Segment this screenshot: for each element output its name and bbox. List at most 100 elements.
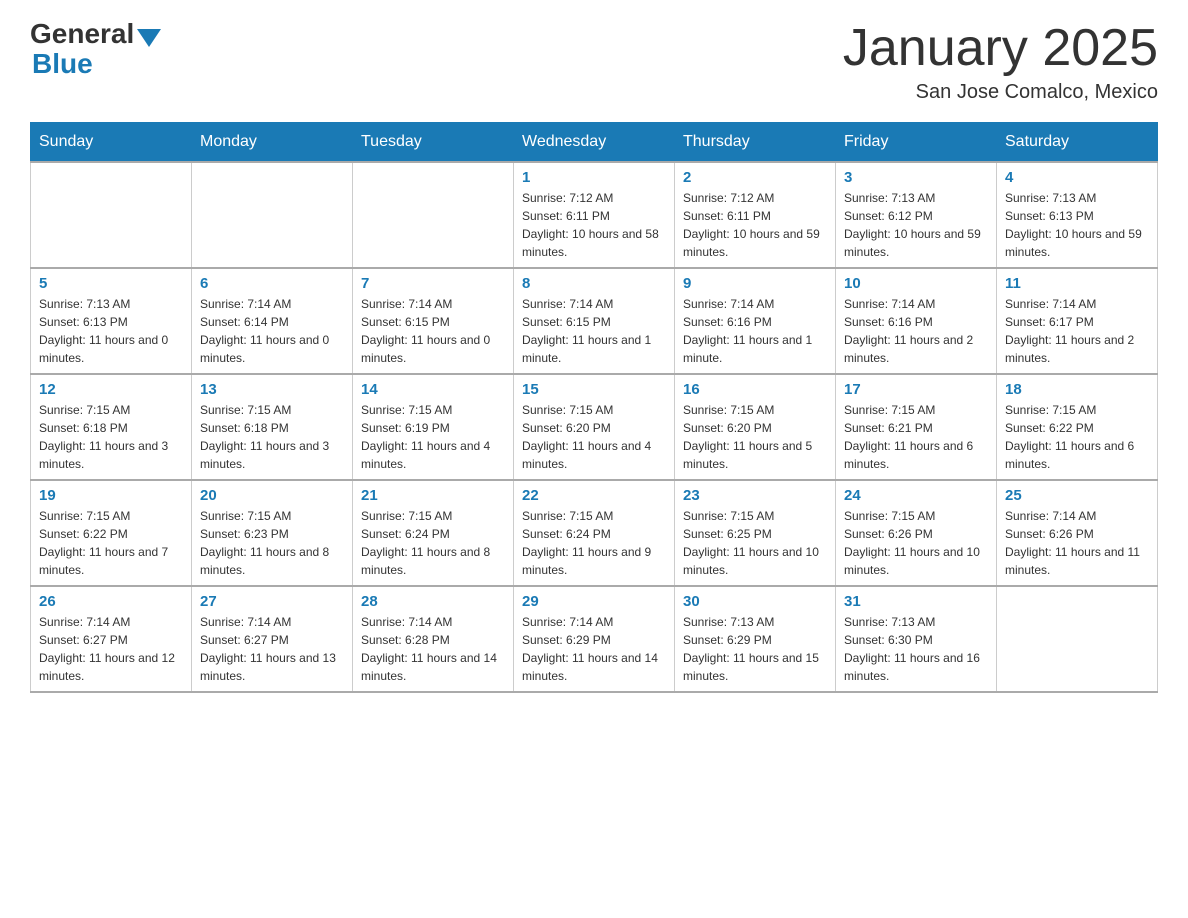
calendar-weekday-header: Wednesday <box>514 123 675 163</box>
day-info: Sunrise: 7:14 AM Sunset: 6:16 PM Dayligh… <box>683 295 827 367</box>
day-number: 3 <box>844 169 988 186</box>
calendar-weekday-header: Thursday <box>675 123 836 163</box>
day-number: 24 <box>844 487 988 504</box>
calendar-day-cell <box>353 162 514 268</box>
day-number: 28 <box>361 593 505 610</box>
day-number: 4 <box>1005 169 1149 186</box>
day-info: Sunrise: 7:14 AM Sunset: 6:15 PM Dayligh… <box>361 295 505 367</box>
day-info: Sunrise: 7:13 AM Sunset: 6:12 PM Dayligh… <box>844 189 988 261</box>
calendar-day-cell <box>997 586 1158 692</box>
day-info: Sunrise: 7:15 AM Sunset: 6:20 PM Dayligh… <box>522 401 666 473</box>
location-subtitle: San Jose Comalco, Mexico <box>843 81 1158 104</box>
day-info: Sunrise: 7:15 AM Sunset: 6:21 PM Dayligh… <box>844 401 988 473</box>
calendar-day-cell: 27 Sunrise: 7:14 AM Sunset: 6:27 PM Dayli… <box>192 586 353 692</box>
month-year-title: January 2025 <box>843 20 1158 77</box>
day-info: Sunrise: 7:15 AM Sunset: 6:23 PM Dayligh… <box>200 507 344 579</box>
calendar-day-cell: 4 Sunrise: 7:13 AM Sunset: 6:13 PM Daylig… <box>997 162 1158 268</box>
day-number: 22 <box>522 487 666 504</box>
calendar-day-cell: 25Sunrise: 7:14 AM Sunset: 6:26 PM Dayli… <box>997 480 1158 586</box>
day-info: Sunrise: 7:13 AM Sunset: 6:29 PM Dayligh… <box>683 613 827 685</box>
day-info: Sunrise: 7:15 AM Sunset: 6:19 PM Dayligh… <box>361 401 505 473</box>
day-info: Sunrise: 7:15 AM Sunset: 6:20 PM Dayligh… <box>683 401 827 473</box>
calendar-day-cell <box>192 162 353 268</box>
calendar-day-cell: 22Sunrise: 7:15 AM Sunset: 6:24 PM Dayli… <box>514 480 675 586</box>
calendar-day-cell: 7 Sunrise: 7:14 AM Sunset: 6:15 PM Daylig… <box>353 268 514 374</box>
day-info: Sunrise: 7:14 AM Sunset: 6:27 PM Dayligh… <box>200 613 344 685</box>
day-info: Sunrise: 7:14 AM Sunset: 6:17 PM Dayligh… <box>1005 295 1149 367</box>
calendar-weekday-header: Monday <box>192 123 353 163</box>
day-info: Sunrise: 7:14 AM Sunset: 6:27 PM Dayligh… <box>39 613 183 685</box>
day-number: 14 <box>361 381 505 398</box>
calendar-week-row: 5 Sunrise: 7:13 AM Sunset: 6:13 PM Daylig… <box>31 268 1158 374</box>
day-info: Sunrise: 7:14 AM Sunset: 6:16 PM Dayligh… <box>844 295 988 367</box>
day-info: Sunrise: 7:14 AM Sunset: 6:28 PM Dayligh… <box>361 613 505 685</box>
calendar-day-cell: 6 Sunrise: 7:14 AM Sunset: 6:14 PM Daylig… <box>192 268 353 374</box>
logo: General Blue <box>30 20 164 80</box>
day-info: Sunrise: 7:14 AM Sunset: 6:29 PM Dayligh… <box>522 613 666 685</box>
day-number: 21 <box>361 487 505 504</box>
day-info: Sunrise: 7:13 AM Sunset: 6:13 PM Dayligh… <box>39 295 183 367</box>
calendar-day-cell: 15 Sunrise: 7:15 AM Sunset: 6:20 PM Dayli… <box>514 374 675 480</box>
day-info: Sunrise: 7:15 AM Sunset: 6:25 PM Dayligh… <box>683 507 827 579</box>
title-block: January 2025 San Jose Comalco, Mexico <box>843 20 1158 104</box>
calendar-day-cell: 5 Sunrise: 7:13 AM Sunset: 6:13 PM Daylig… <box>31 268 192 374</box>
calendar-day-cell: 10 Sunrise: 7:14 AM Sunset: 6:16 PM Dayli… <box>836 268 997 374</box>
calendar-day-cell: 2Sunrise: 7:12 AM Sunset: 6:11 PM Daylig… <box>675 162 836 268</box>
calendar-header-row: SundayMondayTuesdayWednesdayThursdayFrid… <box>31 123 1158 163</box>
day-info: Sunrise: 7:13 AM Sunset: 6:13 PM Dayligh… <box>1005 189 1149 261</box>
day-info: Sunrise: 7:14 AM Sunset: 6:14 PM Dayligh… <box>200 295 344 367</box>
day-info: Sunrise: 7:14 AM Sunset: 6:15 PM Dayligh… <box>522 295 666 367</box>
calendar-week-row: 1Sunrise: 7:12 AM Sunset: 6:11 PM Daylig… <box>31 162 1158 268</box>
day-info: Sunrise: 7:15 AM Sunset: 6:26 PM Dayligh… <box>844 507 988 579</box>
calendar-weekday-header: Tuesday <box>353 123 514 163</box>
calendar-day-cell: 26 Sunrise: 7:14 AM Sunset: 6:27 PM Dayli… <box>31 586 192 692</box>
day-info: Sunrise: 7:15 AM Sunset: 6:18 PM Dayligh… <box>39 401 183 473</box>
day-info: Sunrise: 7:13 AM Sunset: 6:30 PM Dayligh… <box>844 613 988 685</box>
logo-general-text: General <box>30 20 134 48</box>
day-number: 19 <box>39 487 183 504</box>
day-number: 9 <box>683 275 827 292</box>
page-header: General Blue January 2025 San Jose Comal… <box>30 20 1158 104</box>
calendar-day-cell: 8 Sunrise: 7:14 AM Sunset: 6:15 PM Daylig… <box>514 268 675 374</box>
calendar-day-cell: 30 Sunrise: 7:13 AM Sunset: 6:29 PM Dayli… <box>675 586 836 692</box>
day-info: Sunrise: 7:12 AM Sunset: 6:11 PM Dayligh… <box>522 189 666 261</box>
day-number: 31 <box>844 593 988 610</box>
day-info: Sunrise: 7:15 AM Sunset: 6:22 PM Dayligh… <box>1005 401 1149 473</box>
day-number: 26 <box>39 593 183 610</box>
calendar-weekday-header: Sunday <box>31 123 192 163</box>
day-number: 27 <box>200 593 344 610</box>
day-number: 12 <box>39 381 183 398</box>
day-number: 8 <box>522 275 666 292</box>
day-number: 10 <box>844 275 988 292</box>
day-number: 11 <box>1005 275 1149 292</box>
day-info: Sunrise: 7:15 AM Sunset: 6:18 PM Dayligh… <box>200 401 344 473</box>
day-number: 6 <box>200 275 344 292</box>
day-info: Sunrise: 7:12 AM Sunset: 6:11 PM Dayligh… <box>683 189 827 261</box>
day-number: 25 <box>1005 487 1149 504</box>
day-number: 5 <box>39 275 183 292</box>
day-number: 30 <box>683 593 827 610</box>
calendar-day-cell: 3 Sunrise: 7:13 AM Sunset: 6:12 PM Daylig… <box>836 162 997 268</box>
calendar-day-cell: 16Sunrise: 7:15 AM Sunset: 6:20 PM Dayli… <box>675 374 836 480</box>
calendar-day-cell: 12 Sunrise: 7:15 AM Sunset: 6:18 PM Dayli… <box>31 374 192 480</box>
day-number: 7 <box>361 275 505 292</box>
calendar-weekday-header: Saturday <box>997 123 1158 163</box>
day-info: Sunrise: 7:15 AM Sunset: 6:24 PM Dayligh… <box>361 507 505 579</box>
day-number: 13 <box>200 381 344 398</box>
calendar-day-cell: 20 Sunrise: 7:15 AM Sunset: 6:23 PM Dayli… <box>192 480 353 586</box>
day-number: 23 <box>683 487 827 504</box>
day-info: Sunrise: 7:15 AM Sunset: 6:22 PM Dayligh… <box>39 507 183 579</box>
calendar-day-cell: 9 Sunrise: 7:14 AM Sunset: 6:16 PM Daylig… <box>675 268 836 374</box>
day-number: 15 <box>522 381 666 398</box>
calendar-week-row: 19 Sunrise: 7:15 AM Sunset: 6:22 PM Dayli… <box>31 480 1158 586</box>
logo-triangle-icon <box>137 29 161 47</box>
calendar-day-cell: 18Sunrise: 7:15 AM Sunset: 6:22 PM Dayli… <box>997 374 1158 480</box>
calendar-week-row: 12 Sunrise: 7:15 AM Sunset: 6:18 PM Dayli… <box>31 374 1158 480</box>
calendar-day-cell <box>31 162 192 268</box>
calendar-day-cell: 17Sunrise: 7:15 AM Sunset: 6:21 PM Dayli… <box>836 374 997 480</box>
calendar-weekday-header: Friday <box>836 123 997 163</box>
calendar-day-cell: 24 Sunrise: 7:15 AM Sunset: 6:26 PM Dayli… <box>836 480 997 586</box>
day-number: 20 <box>200 487 344 504</box>
logo-blue-text: Blue <box>32 48 93 79</box>
calendar-day-cell: 13 Sunrise: 7:15 AM Sunset: 6:18 PM Dayli… <box>192 374 353 480</box>
